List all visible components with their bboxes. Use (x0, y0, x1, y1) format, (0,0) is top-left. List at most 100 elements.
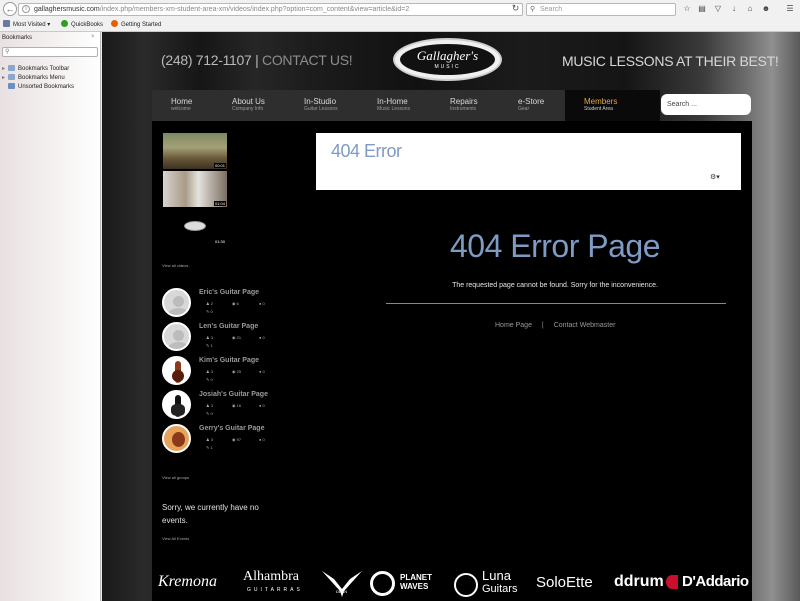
group-item[interactable]: Josiah's Guitar Page ♟ 3 ◉ 16 ● 0 ✎ 0 (162, 390, 312, 424)
planet-waves-icon (370, 571, 395, 596)
video-thumbnail[interactable]: 01:30 (163, 209, 227, 245)
back-button[interactable]: ← (3, 2, 17, 16)
menu-item-sub: Student Area (584, 106, 613, 112)
sidebar-item-unsorted[interactable]: Unsorted Bookmarks (2, 83, 74, 91)
group-views: ◉ 97 (232, 437, 242, 442)
bookmark-getting-started[interactable]: Getting Started (111, 19, 161, 31)
group-edits: ✎ 1 (206, 445, 213, 450)
sidebar-item-label: Unsorted Bookmarks (18, 84, 75, 90)
contact-link[interactable]: CONTACT US! (262, 52, 353, 68)
group-name[interactable]: Len's Guitar Page (199, 323, 258, 330)
avatar (162, 356, 191, 385)
group-members: ♟ 3 (206, 369, 213, 374)
browser-chrome: ← i gallaghersmusic.com/index.php/member… (0, 0, 800, 32)
pocket-icon[interactable]: ▽ (712, 3, 724, 15)
sidebar-item-toolbar[interactable]: ▸ Bookmarks Toolbar (2, 65, 69, 73)
group-comments: ● 0 (259, 403, 265, 408)
events-message: Sorry, we currently have no events. (162, 503, 259, 525)
group-item[interactable]: Gerry's Guitar Page ♟ 3 ◉ 97 ● 0 ✎ 1 (162, 424, 312, 458)
video-duration: 01:30 (213, 239, 226, 244)
star-icon[interactable]: ☆ (681, 3, 693, 15)
menu-item-in-home[interactable]: In-Home Music Lessons (377, 90, 439, 121)
group-item[interactable]: Eric's Guitar Page ♟ 2 ◉ 6 ● 0 ✎ 0 (162, 288, 312, 322)
brand-dean-logo (320, 569, 364, 601)
brand-alhambra: Alhambra (243, 569, 299, 584)
reading-list-icon[interactable]: ▤ (696, 3, 708, 15)
url-path: /index.php/members-xm-student-area-xm/vi… (99, 6, 410, 13)
website-page: (248) 712-1107 | CONTACT US! Gallagher's… (102, 32, 800, 601)
group-name[interactable]: Eric's Guitar Page (199, 289, 259, 296)
video-thumbnail[interactable]: 01:04 (163, 171, 227, 207)
home-page-link[interactable]: Home Page (495, 322, 532, 329)
view-all-videos-link[interactable]: View all videos (162, 263, 188, 268)
header-phone: (248) 712-1107 | CONTACT US! (161, 52, 353, 68)
bookmark-quickbooks[interactable]: QuickBooks (61, 19, 103, 31)
gear-icon[interactable]: ⚙▾ (710, 173, 720, 181)
quickbooks-icon (61, 20, 68, 27)
web-search-input[interactable]: ⚲ Search (526, 3, 676, 16)
reload-icon[interactable]: ↻ (509, 3, 522, 14)
group-views: ◉ 6 (232, 301, 239, 306)
sidebar-item-menu[interactable]: ▸ Bookmarks Menu (2, 74, 65, 82)
sidebar-item-label: Bookmarks Toolbar (18, 66, 70, 72)
group-edits: ✎ 0 (206, 411, 213, 416)
menu-item-sub: Company Info (232, 106, 264, 112)
site-logo[interactable]: Gallagher's MUSIC (393, 38, 502, 81)
dean-wings-icon (322, 571, 362, 597)
group-edits: ✎ 1 (206, 343, 213, 348)
avatar (162, 322, 191, 351)
url-host: gallaghersmusic.com (34, 6, 100, 13)
menu-icon[interactable]: ☰ (784, 3, 796, 15)
group-comments: ● 0 (259, 301, 265, 306)
menu-item-title: In-Home (377, 97, 408, 106)
group-name[interactable]: Kim's Guitar Page (199, 357, 259, 364)
folder-icon (8, 65, 15, 71)
view-all-groups-link[interactable]: View all groups (162, 475, 189, 480)
bookmarks-sidebar: Bookmarks × ⚲ ▸ Bookmarks Toolbar ▸ Bookma… (0, 32, 101, 601)
site-info-icon[interactable]: i (22, 5, 30, 13)
search-icon: ⚲ (5, 49, 10, 55)
error-page-title: 404 Error Page (449, 228, 661, 264)
menu-item-members[interactable]: Members Student Area (565, 90, 660, 121)
group-name[interactable]: Gerry's Guitar Page (199, 425, 264, 432)
video-duration: 00:01 (213, 163, 226, 168)
group-members: ♟ 2 (206, 301, 213, 306)
menu-item-about[interactable]: About Us Company Info (232, 90, 294, 121)
group-item[interactable]: Len's Guitar Page ♟ 3 ◉ 21 ● 0 ✎ 1 (162, 322, 312, 356)
folder-icon (8, 83, 15, 89)
menu-item-in-studio[interactable]: In-Studio Guitar Lessons (304, 90, 366, 121)
phone-number: (248) 712-1107 (161, 52, 252, 68)
contact-webmaster-link[interactable]: Contact Webmaster (554, 322, 616, 329)
left-column: 00:01 01:04 01:30 View all videos Eric's… (152, 121, 312, 565)
web-search-placeholder: Search (540, 6, 563, 13)
menu-item-title: Home (171, 97, 193, 106)
menu-item-home[interactable]: Home welcome (171, 90, 221, 121)
group-views: ◉ 25 (232, 369, 242, 374)
sidebar-search-input[interactable]: ⚲ (2, 47, 98, 57)
search-icon: ⚲ (530, 6, 536, 13)
bookmark-most-visited[interactable]: Most Visited ▾ (3, 19, 50, 31)
daddario-icon (666, 575, 678, 589)
bookmark-label: Getting Started (121, 22, 162, 28)
close-icon[interactable]: × (91, 34, 95, 40)
group-members: ♟ 3 (206, 335, 213, 340)
menu-item-title: About Us (232, 97, 265, 106)
logo-sub: MUSIC (434, 64, 461, 70)
view-all-events-link[interactable]: View All Events (162, 536, 189, 541)
home-icon[interactable]: ⌂ (744, 3, 756, 15)
brand-kremona: Kremona (158, 573, 217, 590)
menu-item-repairs[interactable]: Repairs Instruments (450, 90, 508, 121)
profile-icon[interactable]: ☻ (760, 3, 772, 15)
group-name[interactable]: Josiah's Guitar Page (199, 391, 268, 398)
brand-ddrum: ddrum (614, 573, 664, 590)
avatar (162, 424, 191, 453)
site-search-input[interactable]: Search ... (661, 94, 751, 115)
download-icon[interactable]: ↓ (728, 3, 740, 15)
firefox-icon (111, 20, 118, 27)
group-members: ♟ 3 (206, 437, 213, 442)
url-bar[interactable]: i gallaghersmusic.com/index.php/members-… (18, 3, 523, 16)
group-item[interactable]: Kim's Guitar Page ♟ 3 ◉ 25 ● 0 ✎ 0 (162, 356, 312, 390)
menu-item-sub: Instruments (450, 106, 477, 112)
video-thumbnail[interactable]: 00:01 (163, 133, 227, 169)
brand-waves: WAVES (400, 582, 429, 591)
